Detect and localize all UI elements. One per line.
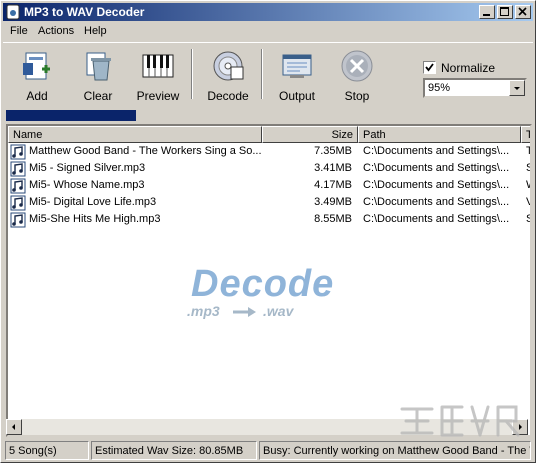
cell-name: Mi5- Digital Love Life.mp3 xyxy=(29,196,157,208)
app-icon xyxy=(6,4,20,20)
normalize-level-value: 95% xyxy=(428,82,451,94)
menu-file[interactable]: File xyxy=(10,25,28,37)
arrow-right-icon xyxy=(233,307,256,317)
cd-decode-icon xyxy=(213,51,244,81)
dropdown-button[interactable] xyxy=(509,80,525,96)
music-file-icon xyxy=(10,178,26,194)
normalize-checkbox[interactable] xyxy=(423,61,436,74)
cell-size: 7.35MB xyxy=(314,145,352,157)
output-folder-icon xyxy=(282,54,312,78)
output-button[interactable]: Output xyxy=(270,47,324,103)
preview-button[interactable]: Preview xyxy=(131,47,185,103)
music-file-icon xyxy=(10,195,26,211)
close-button[interactable] xyxy=(515,5,531,19)
table-row[interactable]: Mi5- Whose Name.mp3 4.17MB C:\Documents an… xyxy=(8,177,530,194)
add-file-icon xyxy=(23,52,50,80)
list-header: Name Size Path T xyxy=(8,126,530,143)
toolbar-separator xyxy=(191,49,193,99)
watermark-to: .wav xyxy=(263,303,294,319)
clear-button[interactable]: Clear xyxy=(71,47,125,103)
column-name[interactable]: Name xyxy=(8,126,262,143)
progress-bar xyxy=(6,110,136,121)
watermark-decode: Decode xyxy=(191,263,335,305)
trash-icon xyxy=(86,52,111,81)
scroll-left-button[interactable] xyxy=(6,419,22,435)
piano-icon xyxy=(142,54,174,78)
watermark-from: .mp3 xyxy=(187,303,220,319)
cell-size: 4.17MB xyxy=(314,179,352,191)
toolbar: Add Clear Preview Decode Output Stop Nor… xyxy=(3,42,533,106)
stop-button[interactable]: Stop xyxy=(330,47,384,103)
music-file-icon xyxy=(10,144,26,160)
site-logo xyxy=(400,405,520,437)
cell-path: C:\Documents and Settings\... xyxy=(363,213,510,225)
column-size[interactable]: Size xyxy=(262,126,358,143)
minimize-button[interactable] xyxy=(479,5,495,19)
menu-bar: File Actions Help xyxy=(3,22,533,41)
table-row[interactable]: Mi5-She Hits Me High.mp3 8.55MB C:\Documen… xyxy=(8,211,530,228)
checkmark-icon xyxy=(425,63,434,72)
cell-path: C:\Documents and Settings\... xyxy=(363,162,510,174)
status-busy: Busy: Currently working on Matthew Good … xyxy=(259,441,531,460)
normalize-level-select[interactable]: 95% xyxy=(423,78,527,98)
cell-path: C:\Documents and Settings\... xyxy=(363,179,510,191)
cell-path: C:\Documents and Settings\... xyxy=(363,196,510,208)
status-bar: 5 Song(s) Estimated Wav Size: 80.85MB Bu… xyxy=(3,441,533,461)
cell-size: 3.49MB xyxy=(314,196,352,208)
chevron-left-icon xyxy=(12,424,15,430)
minimize-icon xyxy=(483,14,490,16)
status-estimated-size: Estimated Wav Size: 80.85MB xyxy=(91,441,257,460)
cell-name: Mi5-She Hits Me High.mp3 xyxy=(29,213,161,225)
title-bar[interactable]: MP3 to WAV Decoder xyxy=(3,3,533,21)
status-song-count: 5 Song(s) xyxy=(5,441,89,460)
toolbar-separator xyxy=(261,49,263,99)
normalize-label: Normalize xyxy=(441,61,496,75)
stop-icon xyxy=(341,50,373,82)
column-title[interactable]: T xyxy=(521,126,530,143)
menu-actions[interactable]: Actions xyxy=(38,25,74,37)
maximize-button[interactable] xyxy=(497,5,513,19)
maximize-icon xyxy=(500,7,509,16)
table-row[interactable]: Mi5 - Signed Silver.mp3 3.41MB C:\Document… xyxy=(8,160,530,177)
cell-path: C:\Documents and Settings\... xyxy=(363,145,510,157)
cell-title: S xyxy=(526,162,530,174)
cell-size: 8.55MB xyxy=(314,213,352,225)
app-window: MP3 to WAV Decoder File Actions Help Add xyxy=(0,0,536,463)
cell-name: Mi5 - Signed Silver.mp3 xyxy=(29,162,146,174)
cell-title: S xyxy=(526,213,530,225)
music-file-icon xyxy=(10,161,26,177)
table-row[interactable]: Matthew Good Band - The Workers Sing a S… xyxy=(8,143,530,160)
table-row[interactable]: Mi5- Digital Love Life.mp3 3.49MB C:\Docum… xyxy=(8,194,530,211)
decode-button[interactable]: Decode xyxy=(201,47,255,103)
cell-title: W xyxy=(526,179,530,191)
cell-size: 3.41MB xyxy=(314,162,352,174)
cell-title: V xyxy=(526,196,530,208)
music-file-icon xyxy=(10,212,26,228)
cell-title: T xyxy=(526,145,530,157)
window-title: MP3 to WAV Decoder xyxy=(24,5,145,19)
cell-name: Matthew Good Band - The Workers Sing a S… xyxy=(29,145,261,157)
chevron-down-icon xyxy=(514,87,520,90)
add-button[interactable]: Add xyxy=(10,47,64,103)
close-icon xyxy=(518,7,527,16)
column-path[interactable]: Path xyxy=(358,126,521,143)
menu-help[interactable]: Help xyxy=(84,25,107,37)
cell-name: Mi5- Whose Name.mp3 xyxy=(29,179,145,191)
